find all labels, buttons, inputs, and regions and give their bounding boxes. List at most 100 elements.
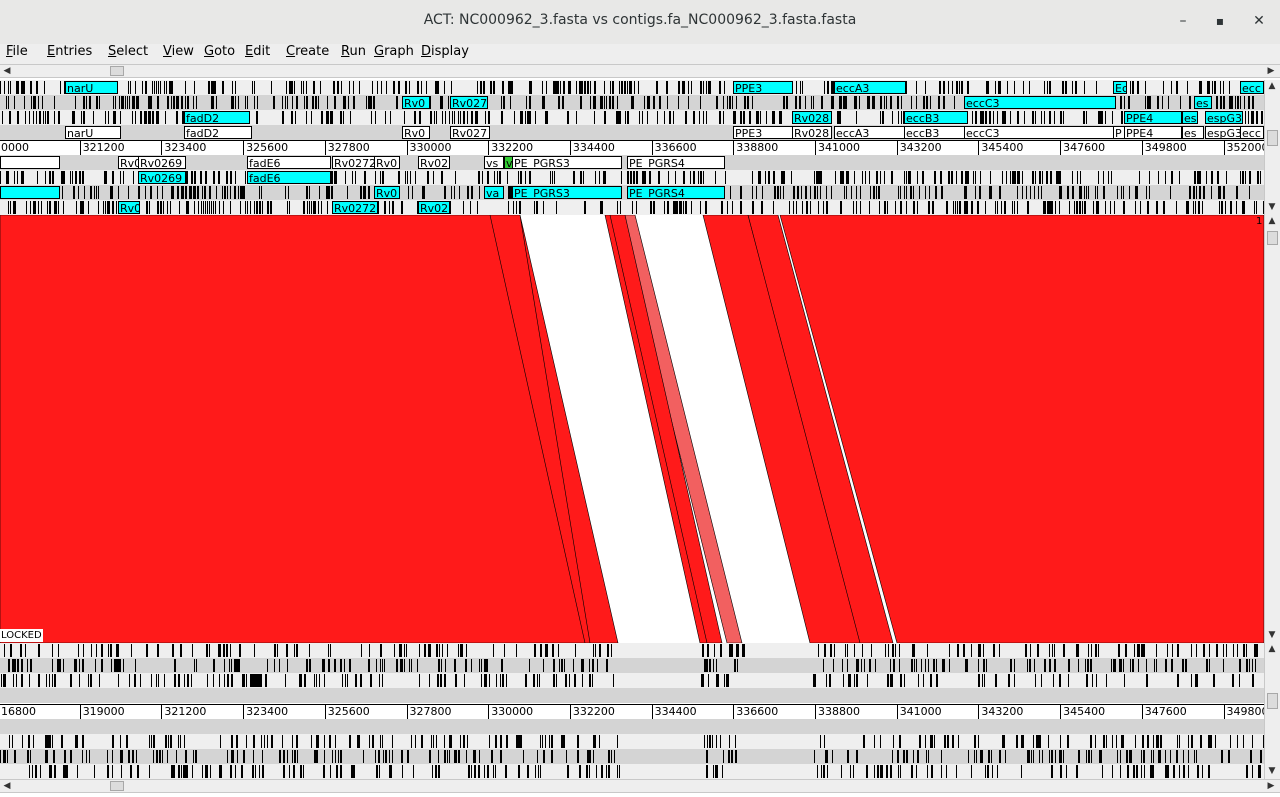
strand-Rv0[interactable]: Rv0: [402, 126, 430, 139]
top-vertical-scrollbar[interactable]: ▲ ▼: [1264, 80, 1280, 215]
bottom-reverse-frame-2-track[interactable]: [0, 749, 1264, 764]
feature-ecc[interactable]: ecc: [1240, 81, 1264, 94]
strand-PE_PGRS4-r[interactable]: PE_PGRS4: [627, 156, 725, 169]
top-vscroll-thumb[interactable]: [1267, 130, 1278, 146]
strand-vs[interactable]: vs: [484, 156, 504, 169]
comparison-scroll-down-arrow-icon[interactable]: ▼: [1265, 629, 1279, 641]
scroll-left-arrow-icon[interactable]: ◀: [0, 65, 14, 77]
top-reverse-frame-2-track[interactable]: Rv0 va PE_PGRS3 PE_PGRS4: [0, 185, 1264, 200]
strand-eccA3[interactable]: eccA3: [834, 126, 906, 139]
feature-left-fragment[interactable]: [0, 186, 60, 199]
feature-narU[interactable]: narU: [65, 81, 118, 94]
strand-PE_PGRS3-r[interactable]: PE_PGRS3: [512, 156, 622, 169]
top-horizontal-scrollbar[interactable]: ◀ ▶: [0, 64, 1280, 78]
bottom-scroll-right-arrow-icon[interactable]: ▶: [1264, 780, 1278, 792]
bottom-reverse-strand-track[interactable]: [0, 719, 1264, 734]
strand-fadD2[interactable]: fadD2: [184, 126, 252, 139]
bottom-reverse-frame-1-track[interactable]: [0, 734, 1264, 749]
bottom-vertical-scrollbar[interactable]: ▲ ▼: [1264, 643, 1280, 779]
top-reverse-frame-3-track[interactable]: Rv0 Rv0272 Rv02: [0, 200, 1264, 215]
strand-Rv0-r2[interactable]: Rv0: [374, 156, 400, 169]
feature-es-f2[interactable]: es: [1194, 96, 1212, 109]
menu-edit[interactable]: Edit: [245, 44, 270, 60]
top-sequence-ruler[interactable]: 0000 321200 323400 325600 327800 330000 332200…: [0, 140, 1264, 155]
strand-Rv0269-r[interactable]: Rv0269: [138, 156, 186, 169]
bottom-horizontal-scrollbar[interactable]: ◀ ▶: [0, 779, 1280, 793]
feature-fadE6[interactable]: fadE6: [247, 171, 331, 184]
comparison-panel[interactable]: [0, 215, 1264, 643]
strand-PPE4[interactable]: PPE4: [1124, 126, 1182, 139]
menu-display[interactable]: Display: [421, 44, 469, 60]
top-forward-strand-track[interactable]: narU fadD2 Rv0 Rv027 PPE3 Rv028 eccA3 ec…: [0, 125, 1264, 140]
menu-select[interactable]: Select: [108, 44, 148, 60]
minimize-icon[interactable]: –: [1172, 10, 1194, 32]
strand-narU[interactable]: narU: [65, 126, 121, 139]
feature-PPE4[interactable]: PPE4: [1124, 111, 1182, 124]
feature-espG3[interactable]: espG3: [1205, 111, 1243, 124]
strand-espG3[interactable]: espG3: [1205, 126, 1241, 139]
feature-Rv0272[interactable]: Rv0272: [332, 201, 378, 214]
bottom-vscroll-thumb[interactable]: [1267, 693, 1278, 709]
strand-fadE6-r[interactable]: fadE6: [247, 156, 331, 169]
bottom-forward-frame-2-track[interactable]: [0, 658, 1264, 673]
strand-PPE3[interactable]: PPE3: [733, 126, 795, 139]
feature-Rv02-r3[interactable]: Rv02: [418, 201, 450, 214]
feature-va[interactable]: va: [484, 186, 504, 199]
comparison-vscroll-thumb[interactable]: [1267, 231, 1278, 245]
close-icon[interactable]: ✕: [1248, 10, 1270, 32]
comparison-vertical-scrollbar[interactable]: ▲ ▼: [1264, 215, 1280, 643]
feature-Rv0-r2[interactable]: Rv0: [374, 186, 400, 199]
top-reverse-frame-1-track[interactable]: Rv0269 fadE6: [0, 170, 1264, 185]
strand-Rv028[interactable]: Rv028: [792, 126, 832, 139]
match-layer[interactable]: [0, 215, 1264, 643]
top-forward-frame-1-track[interactable]: narU PPE3 eccA3 Ec ecc: [0, 80, 1264, 95]
bottom-scroll-thumb[interactable]: [110, 781, 124, 791]
bottom-scroll-left-arrow-icon[interactable]: ◀: [0, 780, 14, 792]
menu-entries[interactable]: Entries: [47, 44, 92, 60]
bottom-forward-strand-track[interactable]: [0, 688, 1264, 703]
bottom-forward-frame-3-track[interactable]: [0, 673, 1264, 688]
top-scroll-thumb[interactable]: [110, 66, 124, 76]
strand-Rv027[interactable]: Rv027: [450, 126, 490, 139]
feature-PE_PGRS3[interactable]: PE_PGRS3: [512, 186, 622, 199]
bottom-scroll-down-arrow-icon[interactable]: ▼: [1265, 765, 1279, 777]
feature-PPE3[interactable]: PPE3: [733, 81, 793, 94]
feature-Ec[interactable]: Ec: [1113, 81, 1127, 94]
strand-eccB3[interactable]: eccB3: [904, 126, 966, 139]
feature-Rv0-r3[interactable]: Rv0: [118, 201, 140, 214]
menu-run[interactable]: Run: [341, 44, 366, 60]
bottom-scroll-up-arrow-icon[interactable]: ▲: [1265, 643, 1279, 655]
feature-Rv028[interactable]: Rv028: [792, 111, 832, 124]
bottom-reverse-frame-3-track[interactable]: [0, 764, 1264, 779]
feature-Rv0-f2[interactable]: Rv0: [402, 96, 430, 109]
menu-file[interactable]: File: [6, 44, 28, 60]
strand-eccC3[interactable]: eccC3: [964, 126, 1114, 139]
strand-Rv02-r[interactable]: Rv02: [418, 156, 450, 169]
top-forward-frame-3-track[interactable]: fadD2 Rv028 eccB3 PPE4 es espG3: [0, 110, 1264, 125]
strand-left-fragment[interactable]: [0, 156, 60, 169]
menu-graph[interactable]: Graph: [374, 44, 414, 60]
top-forward-frame-2-track[interactable]: Rv0 Rv027 eccC3 es: [0, 95, 1264, 110]
feature-es-f3[interactable]: es: [1182, 111, 1198, 124]
bottom-sequence-ruler[interactable]: 16800 319000 321200 323400 325600 327800 33000…: [0, 704, 1264, 719]
menu-goto[interactable]: Goto: [204, 44, 235, 60]
menu-create[interactable]: Create: [286, 44, 329, 60]
top-scroll-down-arrow-icon[interactable]: ▼: [1265, 201, 1279, 213]
strand-es[interactable]: es: [1182, 126, 1204, 139]
feature-Rv0269[interactable]: Rv0269: [138, 171, 186, 184]
maximize-icon[interactable]: ▪: [1209, 10, 1231, 32]
strand-Rv0-r[interactable]: Rv0: [118, 156, 140, 169]
match-block-mid-2[interactable]: [609, 215, 723, 643]
feature-fadD2[interactable]: fadD2: [184, 111, 250, 124]
comparison-scroll-up-arrow-icon[interactable]: ▲: [1265, 215, 1279, 227]
scroll-right-arrow-icon[interactable]: ▶: [1264, 65, 1278, 77]
top-scroll-up-arrow-icon[interactable]: ▲: [1265, 80, 1279, 92]
feature-eccB3[interactable]: eccB3: [904, 111, 968, 124]
feature-eccA3[interactable]: eccA3: [834, 81, 906, 94]
feature-Rv027-f2[interactable]: Rv027: [450, 96, 488, 109]
feature-eccC3[interactable]: eccC3: [964, 96, 1116, 109]
strand-ecc[interactable]: ecc: [1240, 126, 1264, 139]
menu-view[interactable]: View: [163, 44, 194, 60]
strand-Rv0272-r[interactable]: Rv0272: [332, 156, 378, 169]
bottom-forward-frame-1-track[interactable]: [0, 643, 1264, 658]
